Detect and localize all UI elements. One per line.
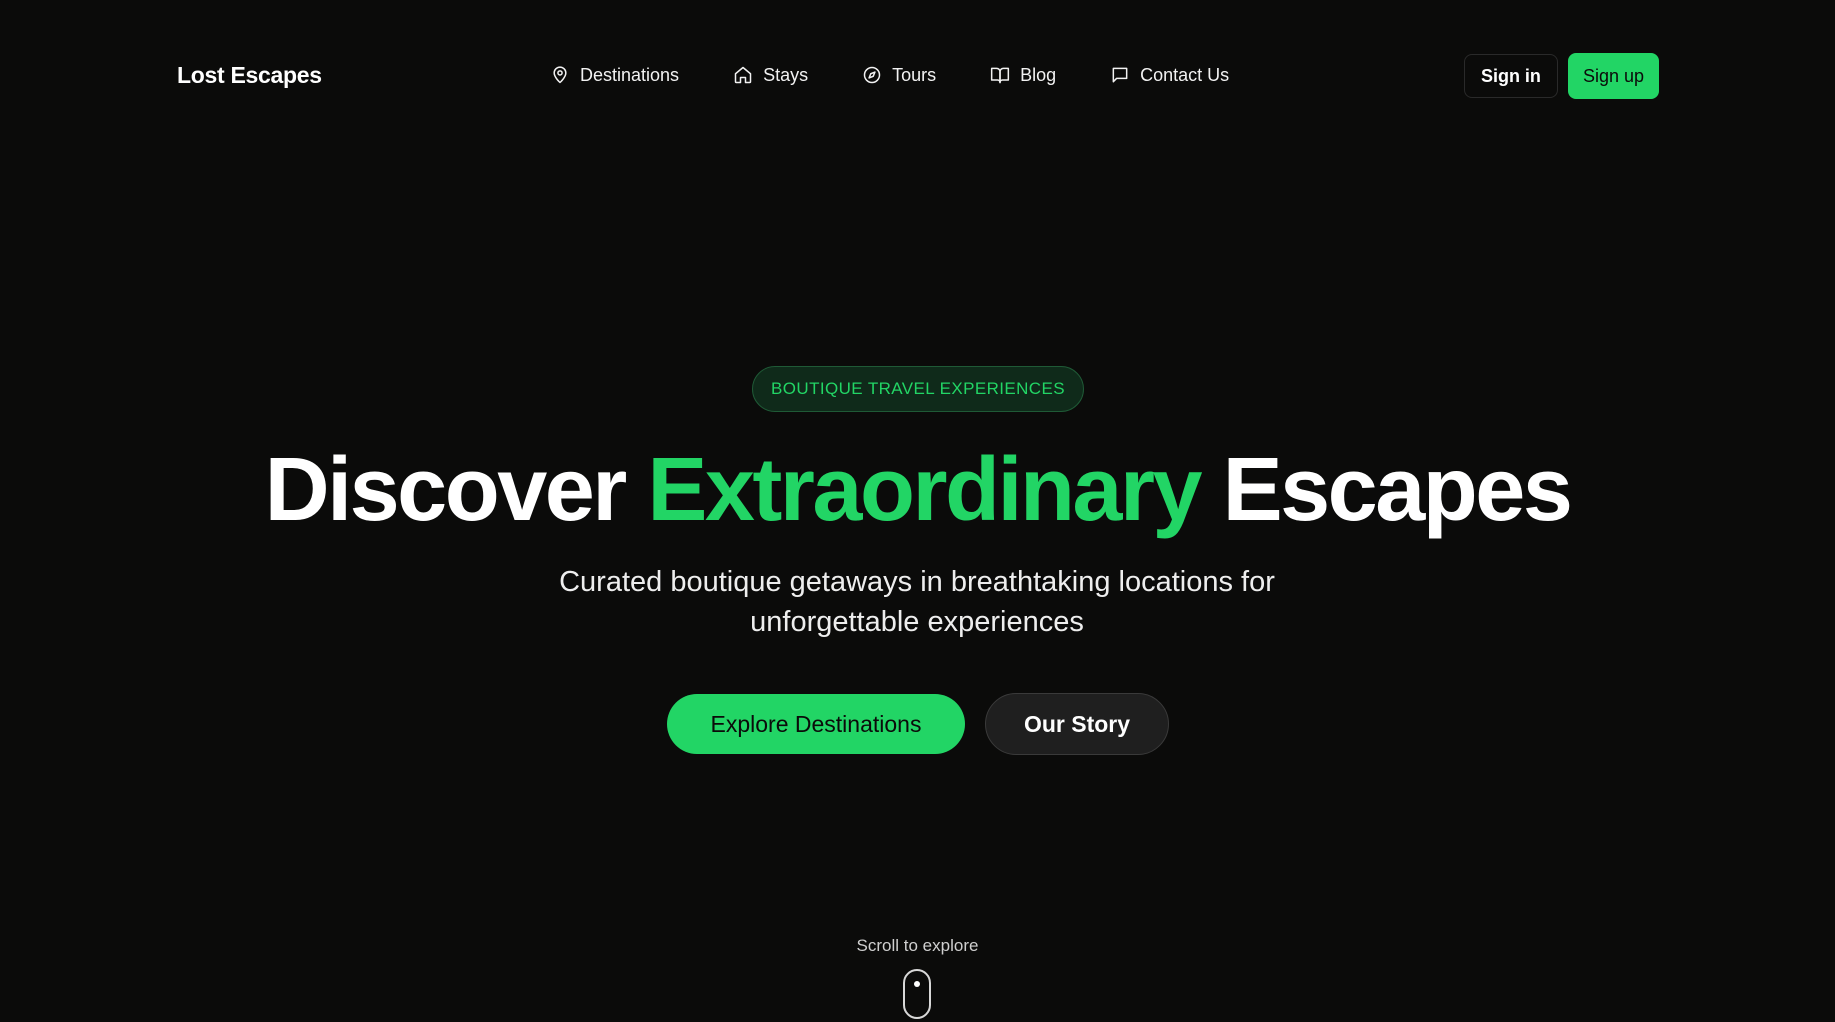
nav-item-blog[interactable]: Blog xyxy=(990,65,1056,86)
sign-up-button[interactable]: Sign up xyxy=(1567,53,1659,99)
mouse-icon[interactable] xyxy=(903,969,931,1019)
headline-part-1: Discover xyxy=(264,440,628,540)
nav-item-label: Destinations xyxy=(580,64,680,85)
hero-badge: BOUTIQUE TRAVEL EXPERIENCES xyxy=(752,366,1084,412)
auth-buttons: Sign in Sign up xyxy=(1463,53,1659,99)
nav-item-destinations[interactable]: Destinations xyxy=(550,65,679,86)
nav-item-contact-us[interactable]: Contact Us xyxy=(1110,65,1229,86)
nav-item-stays[interactable]: Stays xyxy=(733,65,808,86)
nav-item-label: Stays xyxy=(763,64,809,85)
our-story-button[interactable]: Our Story xyxy=(985,693,1169,755)
subtitle-line-2: unforgettable experiences xyxy=(750,606,1084,638)
nav-item-tours[interactable]: Tours xyxy=(862,65,936,86)
home-icon xyxy=(733,65,753,85)
hero-cta-row: Explore Destinations Our Story xyxy=(667,693,1169,755)
brand-logo[interactable]: Lost Escapes xyxy=(177,58,322,92)
mouse-wheel-dot xyxy=(914,981,920,987)
message-square-icon xyxy=(1110,65,1130,85)
main-nav: Destinations Stays Tours Blog Contact Us xyxy=(550,58,1229,92)
explore-destinations-button[interactable]: Explore Destinations xyxy=(667,694,965,754)
landing-page: Lost Escapes Destinations Stays Tours Bl… xyxy=(0,0,1835,1022)
map-pin-icon xyxy=(550,65,570,85)
nav-item-label: Contact Us xyxy=(1140,64,1230,85)
subtitle-line-1: Curated boutique getaways in breathtakin… xyxy=(559,566,1275,598)
hero-subtitle: Curated boutique getaways in breathtakin… xyxy=(517,562,1317,642)
compass-icon xyxy=(862,65,882,85)
scroll-hint: Scroll to explore xyxy=(856,936,979,955)
hero-headline: Discover Extraordinary Escapes xyxy=(0,438,1835,542)
nav-item-label: Tours xyxy=(892,64,937,85)
book-open-icon xyxy=(990,65,1010,85)
headline-accent: Extraordinary xyxy=(647,440,1202,540)
headline-part-2: Escapes xyxy=(1222,440,1573,540)
sign-in-button[interactable]: Sign in xyxy=(1463,54,1558,98)
nav-item-label: Blog xyxy=(1020,64,1057,85)
